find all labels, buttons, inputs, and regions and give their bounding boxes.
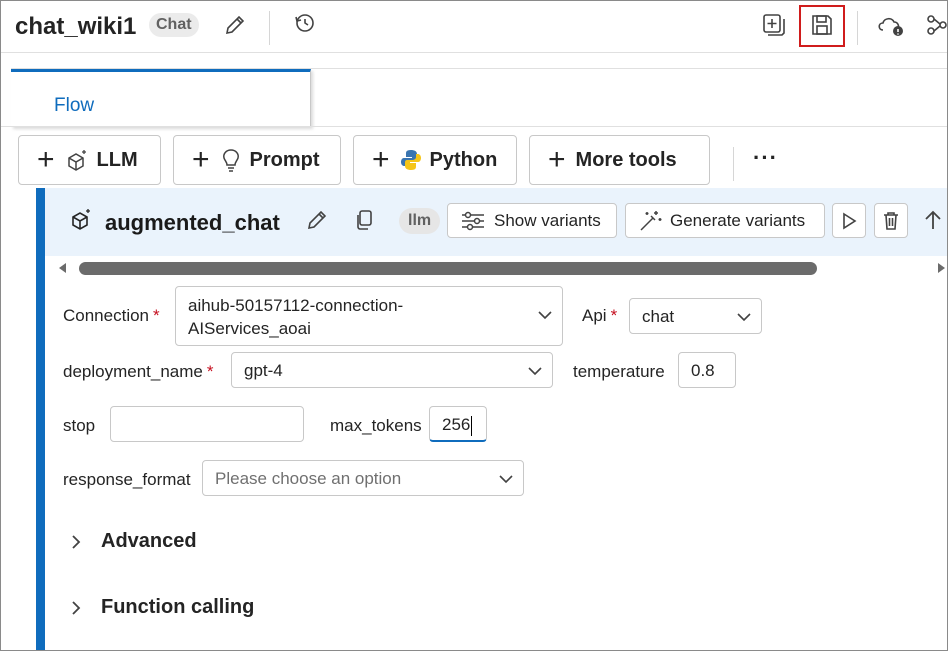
required-mark: * [610,306,618,325]
chevron-right-icon [72,534,81,549]
connection-label: Connection * [63,306,160,325]
required-mark: * [206,362,214,381]
temperature-input[interactable]: 0.8 [678,352,736,388]
toolbar-divider [733,147,734,181]
node-header: augmented_chat llm Show variants Generat… [45,188,947,256]
api-select[interactable]: chat [629,298,762,334]
add-page-icon[interactable] [759,10,789,40]
advanced-section-toggle[interactable]: Advanced [71,530,197,553]
plus-icon: + [372,143,390,176]
generate-variants-button[interactable]: Generate variants [625,203,825,238]
plus-icon: + [548,143,566,176]
generate-variants-label: Generate variants [670,210,806,230]
graph-icon[interactable] [925,10,947,40]
deployment-name-value: gpt-4 [244,361,283,380]
connection-select[interactable]: aihub-50157112-connection- AIServices_ao… [175,286,563,346]
delete-node-button[interactable] [874,203,908,238]
run-node-button[interactable] [832,203,866,238]
more-tools-label: More tools [575,148,677,171]
scroll-left-icon[interactable] [57,262,67,274]
response-format-select[interactable]: Please choose an option [202,460,524,496]
function-calling-section-toggle[interactable]: Function calling [71,596,254,619]
required-mark: * [153,306,160,325]
llm-node-icon [69,207,93,236]
chevron-down-icon [737,313,751,322]
node-accent-bar [36,188,45,650]
cloud-status-icon[interactable] [875,10,907,40]
add-python-label: Python [429,148,498,171]
lightbulb-icon [220,148,242,172]
scrollbar-thumb[interactable] [79,262,817,275]
sliders-icon [460,211,486,231]
copy-icon[interactable] [355,209,375,236]
llm-sparkle-icon [65,149,89,171]
add-python-button[interactable]: + Python [353,135,517,185]
app-window: chat_wiki1 Chat Flow + LLM + Prompt + Py… [0,0,948,651]
node-type-badge: llm [399,208,441,234]
more-tools-button[interactable]: + More tools [529,135,710,185]
play-icon [843,212,857,229]
flow-title: chat_wiki1 [15,13,137,40]
function-calling-section-label: Function calling [101,596,255,618]
flow-type-badge: Chat [149,13,199,37]
max-tokens-label: max_tokens [330,416,422,435]
add-prompt-label: Prompt [249,148,320,171]
temperature-value: 0.8 [691,361,715,380]
api-value: chat [642,307,675,326]
page-header: chat_wiki1 Chat [1,1,947,53]
node-name: augmented_chat [105,210,280,235]
deployment-name-select[interactable]: gpt-4 [231,352,553,388]
plus-icon: + [37,143,55,176]
edit-icon[interactable] [221,11,249,39]
save-icon[interactable] [807,10,837,40]
overflow-menu-button[interactable]: ··· [753,145,778,171]
max-tokens-input[interactable]: 256 [429,406,487,442]
add-llm-label: LLM [96,148,138,171]
response-format-label: response_format [63,470,191,489]
advanced-section-label: Advanced [101,530,197,552]
response-format-placeholder: Please choose an option [215,469,402,488]
plus-icon: + [192,143,210,176]
scroll-right-icon[interactable] [937,262,947,274]
tab-flow-label: Flow [54,95,95,116]
header-divider [269,11,270,45]
stop-label: stop [63,416,96,435]
node-toolbar: + LLM + Prompt + Python + More tools ··· [1,126,947,188]
add-llm-button[interactable]: + LLM [18,135,161,185]
move-up-icon[interactable] [924,209,942,236]
stop-input[interactable] [110,406,304,442]
max-tokens-value: 256 [442,415,471,434]
add-prompt-button[interactable]: + Prompt [173,135,341,185]
tab-bar: Flow [11,68,947,127]
chevron-down-icon [538,311,552,320]
temperature-label: temperature [573,362,665,381]
chevron-right-icon [72,600,81,615]
deployment-name-label: deployment_name * [63,362,214,381]
text-caret [471,415,473,436]
api-label: Api * [582,306,618,325]
horizontal-scrollbar[interactable] [45,256,947,280]
connection-value-line2: AIServices_aoai [188,319,311,338]
chevron-down-icon [528,367,542,376]
chevron-down-icon [499,475,513,484]
edit-node-name-icon[interactable] [305,208,329,237]
max-tokens-value-wrap: 256 [442,415,473,436]
history-icon[interactable] [292,10,318,36]
show-variants-label: Show variants [494,210,601,230]
python-icon [400,149,422,171]
show-variants-button[interactable]: Show variants [447,203,617,238]
trash-icon [884,211,898,230]
tab-flow[interactable]: Flow [11,69,311,127]
header-divider [857,11,858,45]
magic-wand-icon [638,210,662,232]
connection-value-line1: aihub-50157112-connection- [188,296,404,315]
